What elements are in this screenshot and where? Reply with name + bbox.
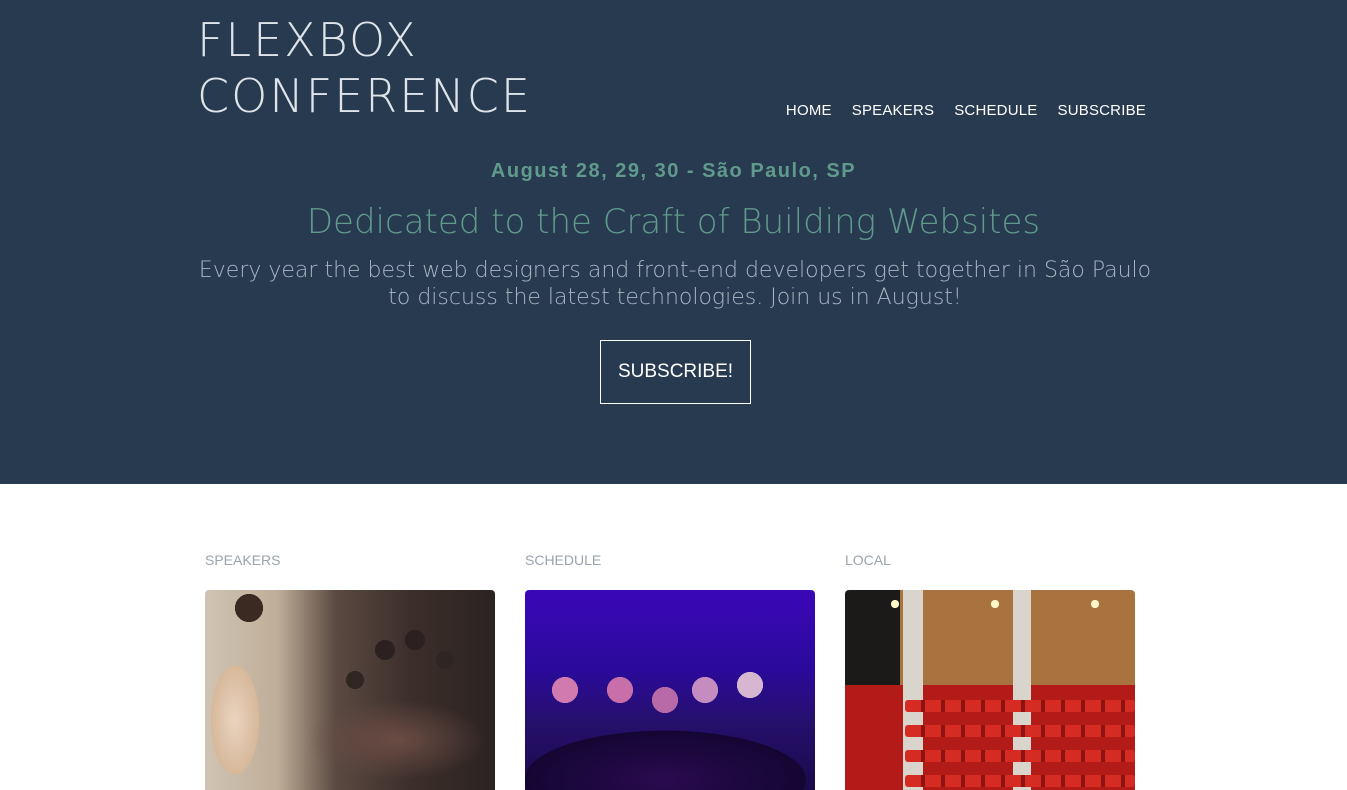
site-logo[interactable]: FLEXBOX CONFERENCE <box>197 12 532 124</box>
card-speakers[interactable]: SPEAKERS <box>205 552 495 790</box>
card-local[interactable]: LOCAL <box>845 552 1135 790</box>
event-date-location: August 28, 29, 30 - São Paulo, SP <box>490 160 857 182</box>
card-schedule[interactable]: SCHEDULE <box>525 552 815 790</box>
logo-line-2: CONFERENCE <box>197 69 532 123</box>
card-title-speakers: SPEAKERS <box>205 552 281 568</box>
schedule-photo[interactable] <box>525 590 815 790</box>
nav-schedule[interactable]: SCHEDULE <box>954 102 1037 119</box>
subscribe-button[interactable]: SUBSCRIBE! <box>600 340 751 404</box>
speakers-photo[interactable] <box>205 590 495 790</box>
seat-row <box>905 750 1135 762</box>
nav-home[interactable]: HOME <box>786 102 832 119</box>
main-nav: HOME SPEAKERS SCHEDULE SUBSCRIBE <box>786 102 1146 119</box>
hero-section: FLEXBOX CONFERENCE HOME SPEAKERS SCHEDUL… <box>0 0 1347 484</box>
seat-row <box>905 775 1135 787</box>
local-photo[interactable] <box>845 590 1135 790</box>
seat-row <box>905 700 1135 712</box>
hero-tagline: Dedicated to the Craft of Building Websi… <box>306 202 1041 242</box>
nav-subscribe[interactable]: SUBSCRIBE <box>1058 102 1147 119</box>
card-title-schedule: SCHEDULE <box>525 552 602 568</box>
seat-row <box>905 725 1135 737</box>
nav-speakers[interactable]: SPEAKERS <box>852 102 934 119</box>
card-title-local: LOCAL <box>845 552 891 568</box>
feature-cards: SPEAKERS SCHEDULE LOCAL <box>205 552 1135 790</box>
logo-line-1: FLEXBOX <box>197 13 418 67</box>
hero-description: Every year the best web designers and fr… <box>198 258 1152 310</box>
